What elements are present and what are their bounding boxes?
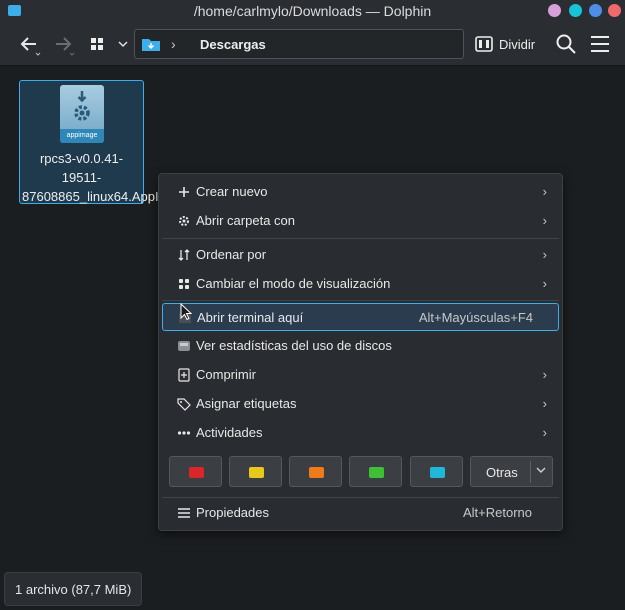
folder-color-orange-button[interactable] (289, 456, 342, 487)
split-view-icon (475, 36, 493, 52)
submenu-arrow-icon: › (542, 396, 547, 411)
submenu-arrow-icon: › (542, 247, 547, 262)
toolbar: › Descargas Dividir (0, 22, 625, 66)
back-button[interactable] (16, 30, 44, 58)
view-mode-button[interactable] (86, 30, 108, 58)
gear-icon (176, 213, 192, 229)
other-colors-label: Otras (486, 465, 518, 480)
search-button[interactable] (553, 30, 579, 58)
window-title: /home/carlmylo/Downloads — Dolphin (193, 3, 432, 19)
arrow-right-icon (56, 37, 75, 56)
appimage-file-icon: appimage (60, 85, 104, 143)
menu-item-comprimir[interactable]: Comprimir › (162, 361, 559, 389)
file-name: rpcs3-v0.0.41-19511-87608865_linux64.App… (22, 151, 192, 204)
chevron-down-icon (118, 41, 128, 48)
menu-separator (162, 497, 559, 498)
file-item[interactable]: appimage rpcs3-v0.0.41-19511-87608865_li… (19, 80, 192, 204)
folder-color-cyan-button[interactable] (410, 456, 463, 487)
plus-icon (176, 184, 192, 200)
breadcrumb-current-folder[interactable]: Descargas (200, 37, 266, 52)
menu-item-label: Abrir carpeta con (196, 213, 295, 228)
submenu-arrow-icon: › (542, 276, 547, 291)
window-minimize-button[interactable] (569, 4, 582, 17)
menu-item-ver-estadisticas[interactable]: Ver estadísticas del uso de discos (162, 332, 559, 360)
menu-separator (162, 238, 559, 239)
gear-download-icon (74, 91, 90, 121)
sort-icon (176, 247, 192, 263)
window-keep-above-button[interactable] (548, 4, 561, 17)
breadcrumb-separator-icon: › (171, 36, 176, 52)
title-bar: /home/carlmylo/Downloads — Dolphin (0, 0, 625, 22)
menu-item-crear-nuevo[interactable]: Crear nuevo › (162, 178, 559, 206)
folder-color-red-button[interactable] (169, 456, 222, 487)
submenu-arrow-icon: › (542, 213, 547, 228)
menu-item-propiedades[interactable]: Propiedades Alt+Retorno (162, 499, 559, 527)
window-close-button[interactable] (608, 4, 621, 17)
other-colors-button[interactable]: Otras (470, 456, 553, 487)
menu-item-ordenar-por[interactable]: Ordenar por › (162, 241, 559, 269)
menu-item-label: Crear nuevo (196, 184, 268, 199)
menu-item-actividades[interactable]: Actividades › (162, 419, 559, 447)
dots-icon (176, 425, 192, 441)
menu-item-label: Actividades (196, 425, 263, 440)
mouse-cursor-icon (180, 303, 192, 321)
menu-item-shortcut: Alt+Retorno (462, 505, 532, 520)
menu-item-label: Cambiar el modo de visualización (196, 276, 391, 291)
tag-icon (176, 396, 192, 412)
properties-icon (176, 505, 192, 521)
downloads-folder-icon (142, 39, 160, 51)
disk-icon (176, 338, 192, 354)
menu-separator (162, 300, 559, 301)
search-icon (556, 34, 576, 54)
menu-item-label: Abrir terminal aquí (197, 310, 304, 325)
yellow-folder-icon (249, 467, 264, 478)
split-view-label: Dividir (499, 37, 536, 52)
red-folder-icon (189, 467, 204, 478)
window-maximize-button[interactable] (589, 4, 602, 17)
hamburger-icon (591, 36, 609, 52)
folder-color-green-button[interactable] (349, 456, 402, 487)
status-bar: 1 archivo (87,7 MiB) (4, 572, 142, 606)
archive-icon (176, 367, 192, 383)
main-menu-button[interactable] (587, 30, 613, 58)
button-divider (530, 461, 531, 483)
menu-item-label: Comprimir (196, 367, 256, 382)
submenu-arrow-icon: › (542, 367, 547, 382)
folder-color-yellow-button[interactable] (229, 456, 282, 487)
menu-item-label: Asignar etiquetas (196, 396, 297, 411)
menu-item-asignar-etiquetas[interactable]: Asignar etiquetas › (162, 390, 559, 418)
grid-icon (176, 276, 192, 292)
menu-item-label: Propiedades (196, 505, 269, 520)
forward-button[interactable] (50, 30, 78, 58)
location-breadcrumb[interactable]: › Descargas (134, 29, 464, 59)
menu-item-shortcut: Alt+Mayúsculas+F4 (418, 310, 533, 325)
green-folder-icon (369, 467, 384, 478)
menu-item-abrir-carpeta-con[interactable]: Abrir carpeta con › (162, 207, 559, 235)
menu-item-label: Ver estadísticas del uso de discos (196, 338, 392, 353)
grid-view-icon (91, 38, 103, 50)
arrow-left-icon (20, 37, 41, 56)
menu-item-label: Ordenar por (196, 247, 267, 262)
submenu-arrow-icon: › (542, 184, 547, 199)
menu-item-abrir-terminal[interactable]: Abrir terminal aquí Alt+Mayúsculas+F4 (162, 303, 559, 331)
orange-folder-icon (309, 467, 324, 478)
appimage-tag: appimage (60, 129, 104, 143)
chevron-down-icon (534, 463, 548, 480)
submenu-arrow-icon: › (542, 425, 547, 440)
status-text: 1 archivo (87,7 MiB) (15, 582, 132, 597)
view-mode-dropdown[interactable] (114, 30, 132, 58)
menu-item-cambiar-modo-visualizacion[interactable]: Cambiar el modo de visualización › (162, 270, 559, 298)
context-menu: Crear nuevo › Abrir carpeta con › Ordena… (158, 173, 563, 531)
cyan-folder-icon (430, 467, 445, 478)
